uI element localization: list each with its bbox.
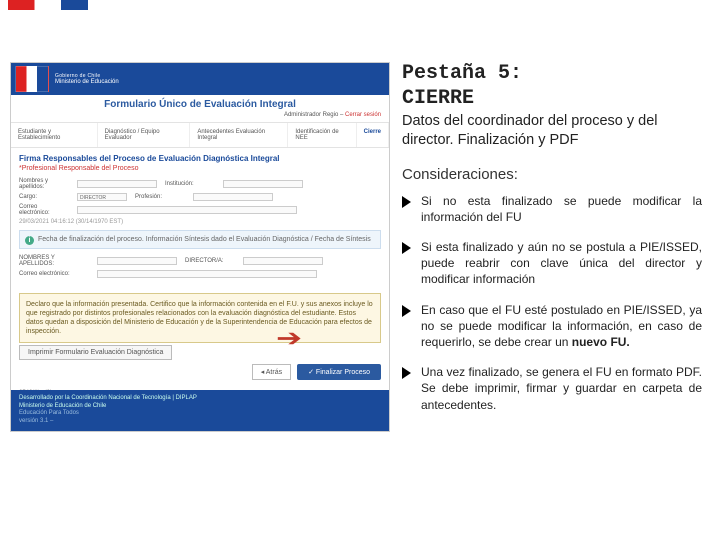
- field-correo2[interactable]: [97, 270, 317, 278]
- tab-antecedentes[interactable]: Antecedentes Evaluación Integral: [190, 123, 288, 147]
- label-institucion: Institución:: [165, 181, 215, 187]
- tab-bar: Estudiante y Establecimiento Diagnóstico…: [11, 122, 389, 148]
- foot-line4: versión 3.1 –: [19, 418, 381, 426]
- tab-nee[interactable]: Identificación de NEE: [288, 123, 356, 147]
- bullet-icon: [402, 305, 411, 317]
- field-nombres[interactable]: [77, 180, 157, 188]
- tab-estudiante[interactable]: Estudiante y Establecimiento: [11, 123, 98, 147]
- slide-title-line2: CIERRE: [402, 87, 702, 110]
- label-cargo: Cargo:: [19, 194, 69, 200]
- foot-line2: Ministerio de Educación de Chile: [19, 403, 381, 411]
- flag-icon: [15, 66, 49, 92]
- considerations-heading: Consideraciones:: [402, 166, 702, 183]
- bullet-icon: [402, 242, 411, 254]
- section-title: Firma Responsables del Proceso de Evalua…: [19, 154, 381, 163]
- label-profesion: Profesión:: [135, 194, 185, 200]
- admin-bar: Administrador Regio – Cerrar sesión: [11, 112, 389, 122]
- pointer-arrow-icon: ➔: [276, 324, 302, 353]
- bullet-2: Si esta finalizado y aún no se postula a…: [402, 239, 702, 288]
- foot-line3: Educación Para Todos: [19, 410, 381, 418]
- field-institucion[interactable]: [223, 180, 303, 188]
- field-correo[interactable]: [77, 206, 297, 214]
- field-nombres2[interactable]: [97, 257, 177, 265]
- label-correo: Correo electrónico:: [19, 204, 69, 216]
- field-profesion[interactable]: [193, 193, 273, 201]
- slide-title-line1: Pestaña 5:: [402, 62, 702, 85]
- print-button[interactable]: Imprimir Formulario Evaluación Diagnósti…: [19, 345, 172, 360]
- label-director: DIRECTOR/A:: [185, 258, 235, 264]
- section-subtitle: *Profesional Responsable del Proceso: [19, 165, 381, 172]
- label-nombres2: NOMBRES Y APELLIDOS:: [19, 255, 89, 267]
- field-cargo[interactable]: DIRECTOR: [77, 193, 127, 201]
- slide-subtitle: Datos del coordinador del proceso y del …: [402, 112, 702, 150]
- tab-cierre[interactable]: Cierre: [357, 123, 389, 147]
- admin-prefix: Administrador Regio –: [284, 112, 343, 118]
- tab-diagnostico[interactable]: Diagnóstico / Equipo Evaluador: [98, 123, 191, 147]
- bullet-1: Si no esta finalizado se puede modificar…: [402, 193, 702, 225]
- bullet-icon: [402, 367, 411, 379]
- bullet-4-text: Una vez finalizado, se genera el FU en f…: [421, 364, 702, 413]
- logout-link[interactable]: Cerrar sesión: [345, 112, 381, 118]
- info-box: Fecha de finalización del proceso. Infor…: [19, 230, 381, 249]
- bullet-4: Una vez finalizado, se genera el FU en f…: [402, 364, 702, 413]
- warning-note: Declaro que la información presentada. C…: [19, 293, 381, 343]
- bullet-1-text: Si no esta finalizado se puede modificar…: [421, 193, 702, 225]
- considerations-list: Si no esta finalizado se puede modificar…: [402, 193, 702, 413]
- brand-stripe: [8, 0, 88, 10]
- field-director[interactable]: [243, 257, 323, 265]
- bullet-3-text: En caso que el FU esté postulado en PIE/…: [421, 302, 702, 351]
- timestamp: 29/03/2021 04:16:12 (30/14/1970 EST): [19, 219, 381, 225]
- bullet-2-text: Si esta finalizado y aún no se postula a…: [421, 239, 702, 288]
- bullet-icon: [402, 196, 411, 208]
- bullet-3: En caso que el FU esté postulado en PIE/…: [402, 302, 702, 351]
- label-nombres: Nombres y apellidos:: [19, 178, 69, 190]
- form-screenshot: Gobierno de Chile Ministerio de Educació…: [10, 62, 390, 432]
- finalizar-button[interactable]: ✓ Finalizar Proceso: [297, 364, 381, 380]
- footer: Desarrollado por la Coordinación Naciona…: [11, 390, 389, 431]
- gov-line2: Ministerio de Educación: [55, 79, 119, 85]
- label-correo2: Correo electrónico:: [19, 271, 89, 277]
- foot-line1: Desarrollado por la Coordinación Naciona…: [19, 395, 381, 403]
- back-button[interactable]: ◂ Atrás: [252, 364, 291, 380]
- form-title: Formulario Único de Evaluación Integral: [11, 95, 389, 112]
